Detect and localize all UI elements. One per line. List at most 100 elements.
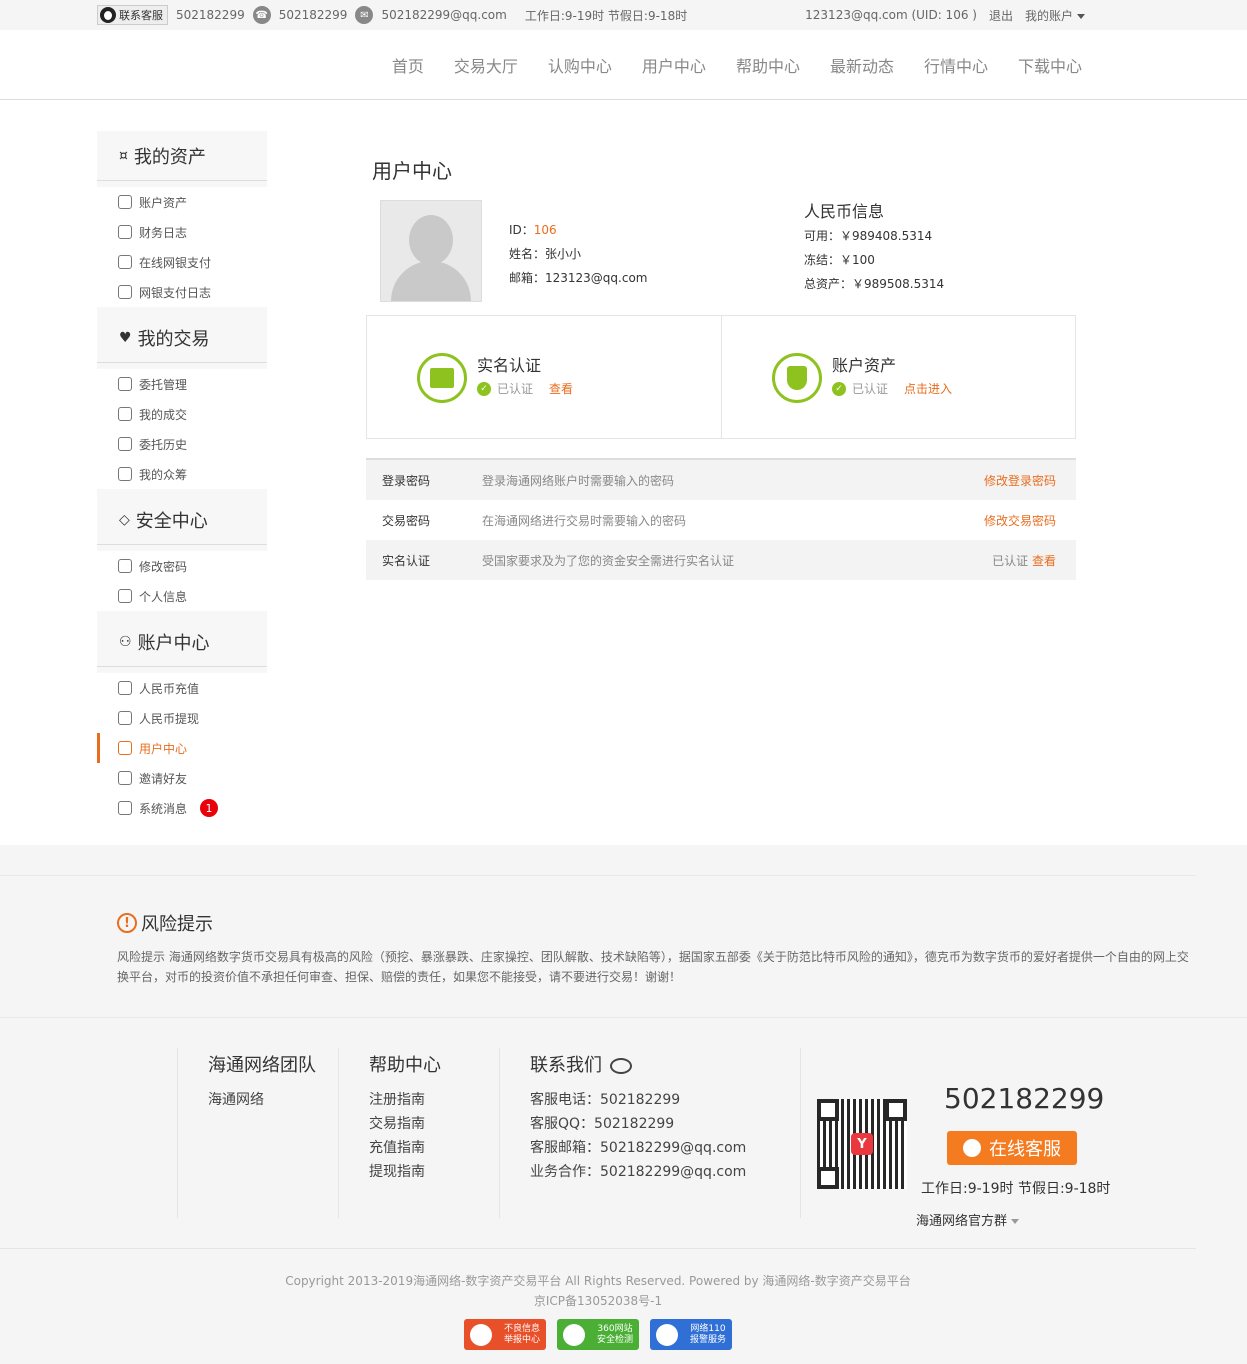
rmb-available: 可用：￥989408.5314	[804, 229, 933, 243]
sidebar-item[interactable]: 系统消息 1	[97, 793, 267, 823]
contact-phone: 客服电话：502182299	[530, 1092, 681, 1108]
table-row: 实名认证 受国家要求及为了您的资金安全需进行实名认证 已认证 查看	[366, 540, 1076, 580]
chat-bubble-icon	[963, 1139, 981, 1157]
nav-item[interactable]: 用户中心	[642, 53, 706, 77]
realname-verified-text: 已认证	[992, 553, 1029, 568]
sidebar-item[interactable]: 财务日志	[97, 217, 267, 247]
security-table: 登录密码 登录海通网络账户时需要输入的密码 修改登录密码 交易密码 在海通网络进…	[366, 458, 1076, 580]
sidebar-item[interactable]: 账户资产	[97, 187, 267, 217]
menu-item-icon	[118, 255, 132, 269]
money-bag-icon: ¤	[119, 147, 128, 164]
sidebar-group-title: ♥ 我的交易	[97, 313, 267, 363]
menu-item-icon	[118, 589, 132, 603]
risk-title: 风险提示	[141, 914, 213, 935]
footer-link[interactable]: 交易指南	[369, 1112, 499, 1136]
shield-icon	[772, 353, 822, 403]
footer-team: 海通网络团队 海通网络	[177, 1048, 338, 1218]
warning-icon: !	[117, 913, 137, 933]
shield-icon: ◇	[119, 511, 130, 528]
footer-contact: 联系我们 客服电话：502182299 客服QQ：502182299 客服邮箱：…	[499, 1048, 801, 1218]
nav-item[interactable]: 首页	[392, 53, 424, 77]
logout-link[interactable]: 退出	[989, 7, 1013, 24]
risk-notice: ! 风险提示 风险提示 海通网络数字货币交易具有极高的风险（预挖、暴涨暴跌、庄家操…	[0, 845, 1247, 1017]
work-hours: 工作日:9-19时 节假日:9-18时	[524, 8, 688, 23]
change-trade-password-link[interactable]: 修改交易密码	[984, 512, 1076, 529]
official-group-dropdown[interactable]: 海通网络官方群	[916, 1210, 1020, 1229]
trust-badge[interactable]: 360网站 安全检测	[557, 1319, 639, 1350]
footer-link[interactable]: 提现指南	[369, 1160, 499, 1184]
menu-item-icon	[118, 437, 132, 451]
realname-view-link[interactable]: 查看	[549, 380, 573, 397]
page-title: 用户中心	[372, 159, 452, 183]
menu-item-icon	[118, 681, 132, 695]
mail-icon: ✉	[355, 6, 374, 24]
badge-logo-icon	[656, 1324, 678, 1346]
contact-business: 业务合作：502182299@qq.com	[530, 1164, 747, 1180]
menu-item-icon	[118, 711, 132, 725]
chevron-down-icon	[1077, 13, 1085, 19]
card-realname: 实名认证 ✓ 已认证 查看	[367, 316, 721, 438]
menu-item-icon	[118, 467, 132, 481]
footer-work-hours: 工作日:9-19时 节假日:9-18时	[921, 1181, 1111, 1197]
sidebar-item[interactable]: 委托管理	[97, 369, 267, 399]
realname-status: 已认证	[497, 382, 534, 396]
check-icon: ✓	[832, 381, 846, 396]
sidebar-item[interactable]: 在线网银支付	[97, 247, 267, 277]
realname-view-link-table[interactable]: 查看	[1032, 554, 1056, 568]
user-id: ID：106	[509, 223, 557, 237]
status-cards: 实名认证 ✓ 已认证 查看 账户资产 ✓ 已认证 点击进入	[366, 315, 1076, 439]
rmb-info: 人民币信息 可用：￥989408.5314 冻结：￥100 总资产：￥98950…	[804, 200, 944, 296]
menu-item-icon	[118, 407, 132, 421]
message-count-badge: 1	[200, 799, 219, 817]
nav-item[interactable]: 交易大厅	[454, 53, 518, 77]
qq-contact-button[interactable]: 联系客服	[97, 5, 168, 25]
menu-item-icon	[118, 225, 132, 239]
sidebar-item[interactable]: 邀请好友	[97, 763, 267, 793]
contact-qq: 客服QQ：502182299	[530, 1116, 675, 1132]
rmb-total: 总资产：￥989508.5314	[804, 277, 945, 291]
nav-item[interactable]: 最新动态	[830, 53, 894, 77]
nav-item[interactable]: 帮助中心	[736, 53, 800, 77]
qr-code: Y	[817, 1099, 907, 1189]
user-icon: ⚇	[119, 633, 132, 650]
footer-link[interactable]: 充值指南	[369, 1136, 499, 1160]
user-account-label[interactable]: 123123@qq.com (UID: 106 )	[805, 8, 977, 22]
sidebar-item[interactable]: 用户中心	[97, 733, 267, 763]
rmb-frozen: 冻结：￥100	[804, 253, 875, 267]
handshake-icon: ♥	[119, 329, 132, 346]
sidebar-item[interactable]: 人民币提现	[97, 703, 267, 733]
risk-text: 风险提示 海通网络数字货币交易具有极高的风险（预挖、暴涨暴跌、庄家操控、团队解散…	[117, 950, 1189, 984]
sidebar-item[interactable]: 委托历史	[97, 429, 267, 459]
chevron-down-icon	[1011, 1219, 1020, 1224]
nav-item[interactable]: 行情中心	[924, 53, 988, 77]
nav-item[interactable]: 下载中心	[1018, 53, 1082, 77]
trust-badge[interactable]: 网络110 报警服务	[650, 1319, 732, 1350]
qq-penguin-icon	[100, 7, 116, 23]
assets-enter-link[interactable]: 点击进入	[904, 380, 952, 397]
sidebar-item[interactable]: 网银支付日志	[97, 277, 267, 307]
sidebar-item[interactable]: 人民币充值	[97, 673, 267, 703]
online-service-button[interactable]: 在线客服	[947, 1131, 1077, 1165]
badge-logo-icon	[563, 1324, 585, 1346]
trust-badge[interactable]: 不良信息 举报中心	[464, 1319, 546, 1350]
footer-link[interactable]: 海通网络	[208, 1088, 338, 1112]
change-login-password-link[interactable]: 修改登录密码	[984, 472, 1076, 489]
user-name: 姓名：张小小	[509, 247, 582, 261]
phone-icon: ☎	[252, 6, 271, 24]
phone-number: 502182299	[278, 8, 348, 22]
sidebar-item[interactable]: 我的众筹	[97, 459, 267, 489]
sidebar-item[interactable]: 我的成交	[97, 399, 267, 429]
nav-item[interactable]: 认购中心	[548, 53, 612, 77]
user-info: ID：106 姓名：张小小 邮箱：123123@qq.com	[509, 218, 648, 290]
menu-item-icon	[118, 741, 132, 755]
footer-link[interactable]: 注册指南	[369, 1088, 499, 1112]
assets-status: 已认证	[852, 382, 889, 396]
sidebar-item[interactable]: 修改密码	[97, 551, 267, 581]
rmb-info-title: 人民币信息	[804, 202, 885, 221]
sidebar-item[interactable]: 个人信息	[97, 581, 267, 611]
service-phone: 502182299	[944, 1082, 1105, 1115]
weibo-icon[interactable]	[610, 1058, 632, 1074]
app-logo-icon: Y	[851, 1133, 873, 1155]
my-account-dropdown[interactable]: 我的账户	[1025, 7, 1085, 24]
menu-item-icon	[118, 377, 132, 391]
